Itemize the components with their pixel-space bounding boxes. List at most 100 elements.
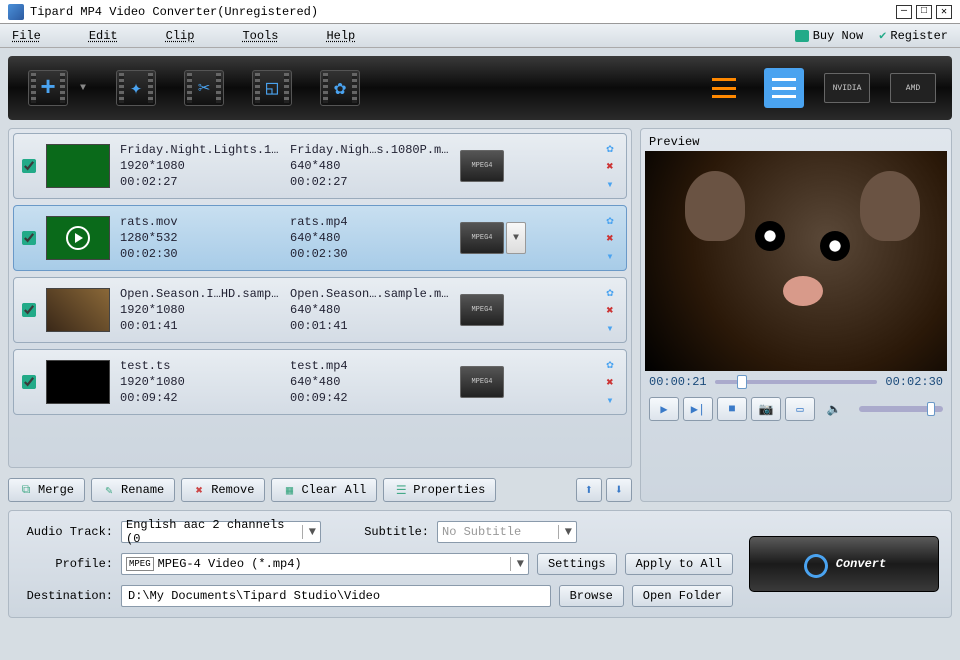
- menu-clip[interactable]: Clip: [166, 29, 195, 43]
- remove-button[interactable]: ✖Remove: [181, 478, 265, 502]
- mpeg-icon: MPEG: [126, 557, 154, 571]
- destination-input[interactable]: [121, 585, 551, 607]
- file-checkbox[interactable]: [22, 303, 36, 317]
- audio-track-select[interactable]: English aac 2 channels (0▼: [121, 521, 321, 543]
- list-view-button[interactable]: [704, 68, 744, 108]
- row-collapse-icon[interactable]: ▾: [602, 392, 618, 408]
- file-thumbnail: [46, 288, 110, 332]
- apply-to-all-button[interactable]: Apply to All: [625, 553, 733, 575]
- profile-select[interactable]: MPEGMPEG-4 Video (*.mp4)▼: [121, 553, 529, 575]
- menu-edit[interactable]: Edit: [89, 29, 118, 43]
- remove-icon: ✖: [192, 483, 206, 497]
- stop-button[interactable]: ■: [717, 397, 747, 421]
- row-delete-icon[interactable]: ✖: [602, 302, 618, 318]
- menu-bar: File Edit Clip Tools Help Buy Now ✔Regis…: [0, 24, 960, 48]
- dst-filename: rats.mp4: [290, 215, 450, 229]
- merge-button[interactable]: ⧉Merge: [8, 478, 85, 502]
- dst-duration: 00:09:42: [290, 391, 450, 405]
- file-checkbox[interactable]: [22, 231, 36, 245]
- snapshot-button[interactable]: 📷: [751, 397, 781, 421]
- step-button[interactable]: ▶|: [683, 397, 713, 421]
- volume-icon[interactable]: 🔈: [819, 397, 849, 421]
- row-collapse-icon[interactable]: ▾: [602, 248, 618, 264]
- row-delete-icon[interactable]: ✖: [602, 158, 618, 174]
- src-filename: Open.Season.I…HD.sample.mkv: [120, 287, 280, 301]
- clear-all-button[interactable]: ▦Clear All: [271, 478, 377, 502]
- destination-label: Destination:: [21, 589, 113, 603]
- wand-icon: ✦: [130, 75, 142, 101]
- dst-duration: 00:01:41: [290, 319, 450, 333]
- register-link[interactable]: ✔Register: [879, 28, 948, 43]
- minimize-button[interactable]: —: [896, 5, 912, 19]
- trim-button[interactable]: ✂: [180, 64, 228, 112]
- menu-file[interactable]: File: [12, 29, 41, 43]
- detail-view-button[interactable]: [764, 68, 804, 108]
- src-duration: 00:02:27: [120, 175, 280, 189]
- file-checkbox[interactable]: [22, 159, 36, 173]
- browse-button[interactable]: Browse: [559, 585, 624, 607]
- volume-slider[interactable]: [859, 406, 943, 412]
- file-row[interactable]: Friday.Night.Lights.1080P.wmv1920*108000…: [13, 133, 627, 199]
- rename-button[interactable]: ✎Rename: [91, 478, 175, 502]
- file-thumbnail: [46, 360, 110, 404]
- add-file-button[interactable]: +: [24, 64, 72, 112]
- fullscreen-button[interactable]: ▭: [785, 397, 815, 421]
- file-list: Friday.Night.Lights.1080P.wmv1920*108000…: [8, 128, 632, 468]
- effects-button[interactable]: ✦: [112, 64, 160, 112]
- menu-help[interactable]: Help: [326, 29, 355, 43]
- clear-icon: ▦: [282, 483, 296, 497]
- format-badge[interactable]: MPEG4: [460, 150, 504, 182]
- title-bar: Tipard MP4 Video Converter(Unregistered)…: [0, 0, 960, 24]
- app-logo-icon: [8, 4, 24, 20]
- dst-resolution: 640*480: [290, 303, 450, 317]
- preview-current-time: 00:00:21: [649, 375, 707, 389]
- src-filename: rats.mov: [120, 215, 280, 229]
- file-row[interactable]: rats.mov1280*53200:02:30rats.mp4640*4800…: [13, 205, 627, 271]
- audio-track-label: Audio Track:: [21, 525, 113, 539]
- dst-duration: 00:02:27: [290, 175, 450, 189]
- file-row[interactable]: Open.Season.I…HD.sample.mkv1920*108000:0…: [13, 277, 627, 343]
- format-badge[interactable]: MPEG4: [460, 366, 504, 398]
- subtitle-select[interactable]: No Subtitle▼: [437, 521, 577, 543]
- dst-filename: Open.Season….sample.mp4: [290, 287, 450, 301]
- maximize-button[interactable]: □: [916, 5, 932, 19]
- format-badge[interactable]: MPEG4: [460, 294, 504, 326]
- move-down-button[interactable]: ⬇: [606, 478, 632, 502]
- file-row[interactable]: test.ts1920*108000:09:42test.mp4640*4800…: [13, 349, 627, 415]
- properties-button[interactable]: ☰Properties: [383, 478, 496, 502]
- settings-button[interactable]: Settings: [537, 553, 617, 575]
- settings-tool-button[interactable]: ✿: [316, 64, 364, 112]
- buy-now-link[interactable]: Buy Now: [795, 29, 863, 43]
- pencil-icon: ✎: [102, 483, 116, 497]
- row-delete-icon[interactable]: ✖: [602, 230, 618, 246]
- row-collapse-icon[interactable]: ▾: [602, 320, 618, 336]
- preview-video[interactable]: [645, 151, 947, 371]
- convert-button[interactable]: Convert: [749, 536, 939, 592]
- close-button[interactable]: ✕: [936, 5, 952, 19]
- add-file-dropdown[interactable]: ▼: [80, 83, 92, 94]
- row-settings-icon[interactable]: ✿: [602, 140, 618, 156]
- format-badge[interactable]: MPEG4: [460, 222, 504, 254]
- file-thumbnail: [46, 216, 110, 260]
- src-duration: 00:09:42: [120, 391, 280, 405]
- convert-icon: [802, 552, 826, 576]
- row-collapse-icon[interactable]: ▾: [602, 176, 618, 192]
- dst-resolution: 640*480: [290, 231, 450, 245]
- row-settings-icon[interactable]: ✿: [602, 356, 618, 372]
- row-delete-icon[interactable]: ✖: [602, 374, 618, 390]
- menu-tools[interactable]: Tools: [242, 29, 278, 43]
- file-checkbox[interactable]: [22, 375, 36, 389]
- nvidia-badge: NVIDIA: [824, 73, 870, 103]
- row-settings-icon[interactable]: ✿: [602, 212, 618, 228]
- row-settings-icon[interactable]: ✿: [602, 284, 618, 300]
- chevron-down-icon: ▼: [302, 525, 316, 539]
- crop-button[interactable]: ◱: [248, 64, 296, 112]
- preview-seek-slider[interactable]: [715, 378, 878, 386]
- merge-icon: ⧉: [19, 483, 33, 497]
- open-folder-button[interactable]: Open Folder: [632, 585, 733, 607]
- preview-total-time: 00:02:30: [885, 375, 943, 389]
- format-dropdown[interactable]: ▼: [506, 222, 526, 254]
- move-up-button[interactable]: ⬆: [576, 478, 602, 502]
- play-button[interactable]: ▶: [649, 397, 679, 421]
- chevron-down-icon: ▼: [558, 525, 572, 539]
